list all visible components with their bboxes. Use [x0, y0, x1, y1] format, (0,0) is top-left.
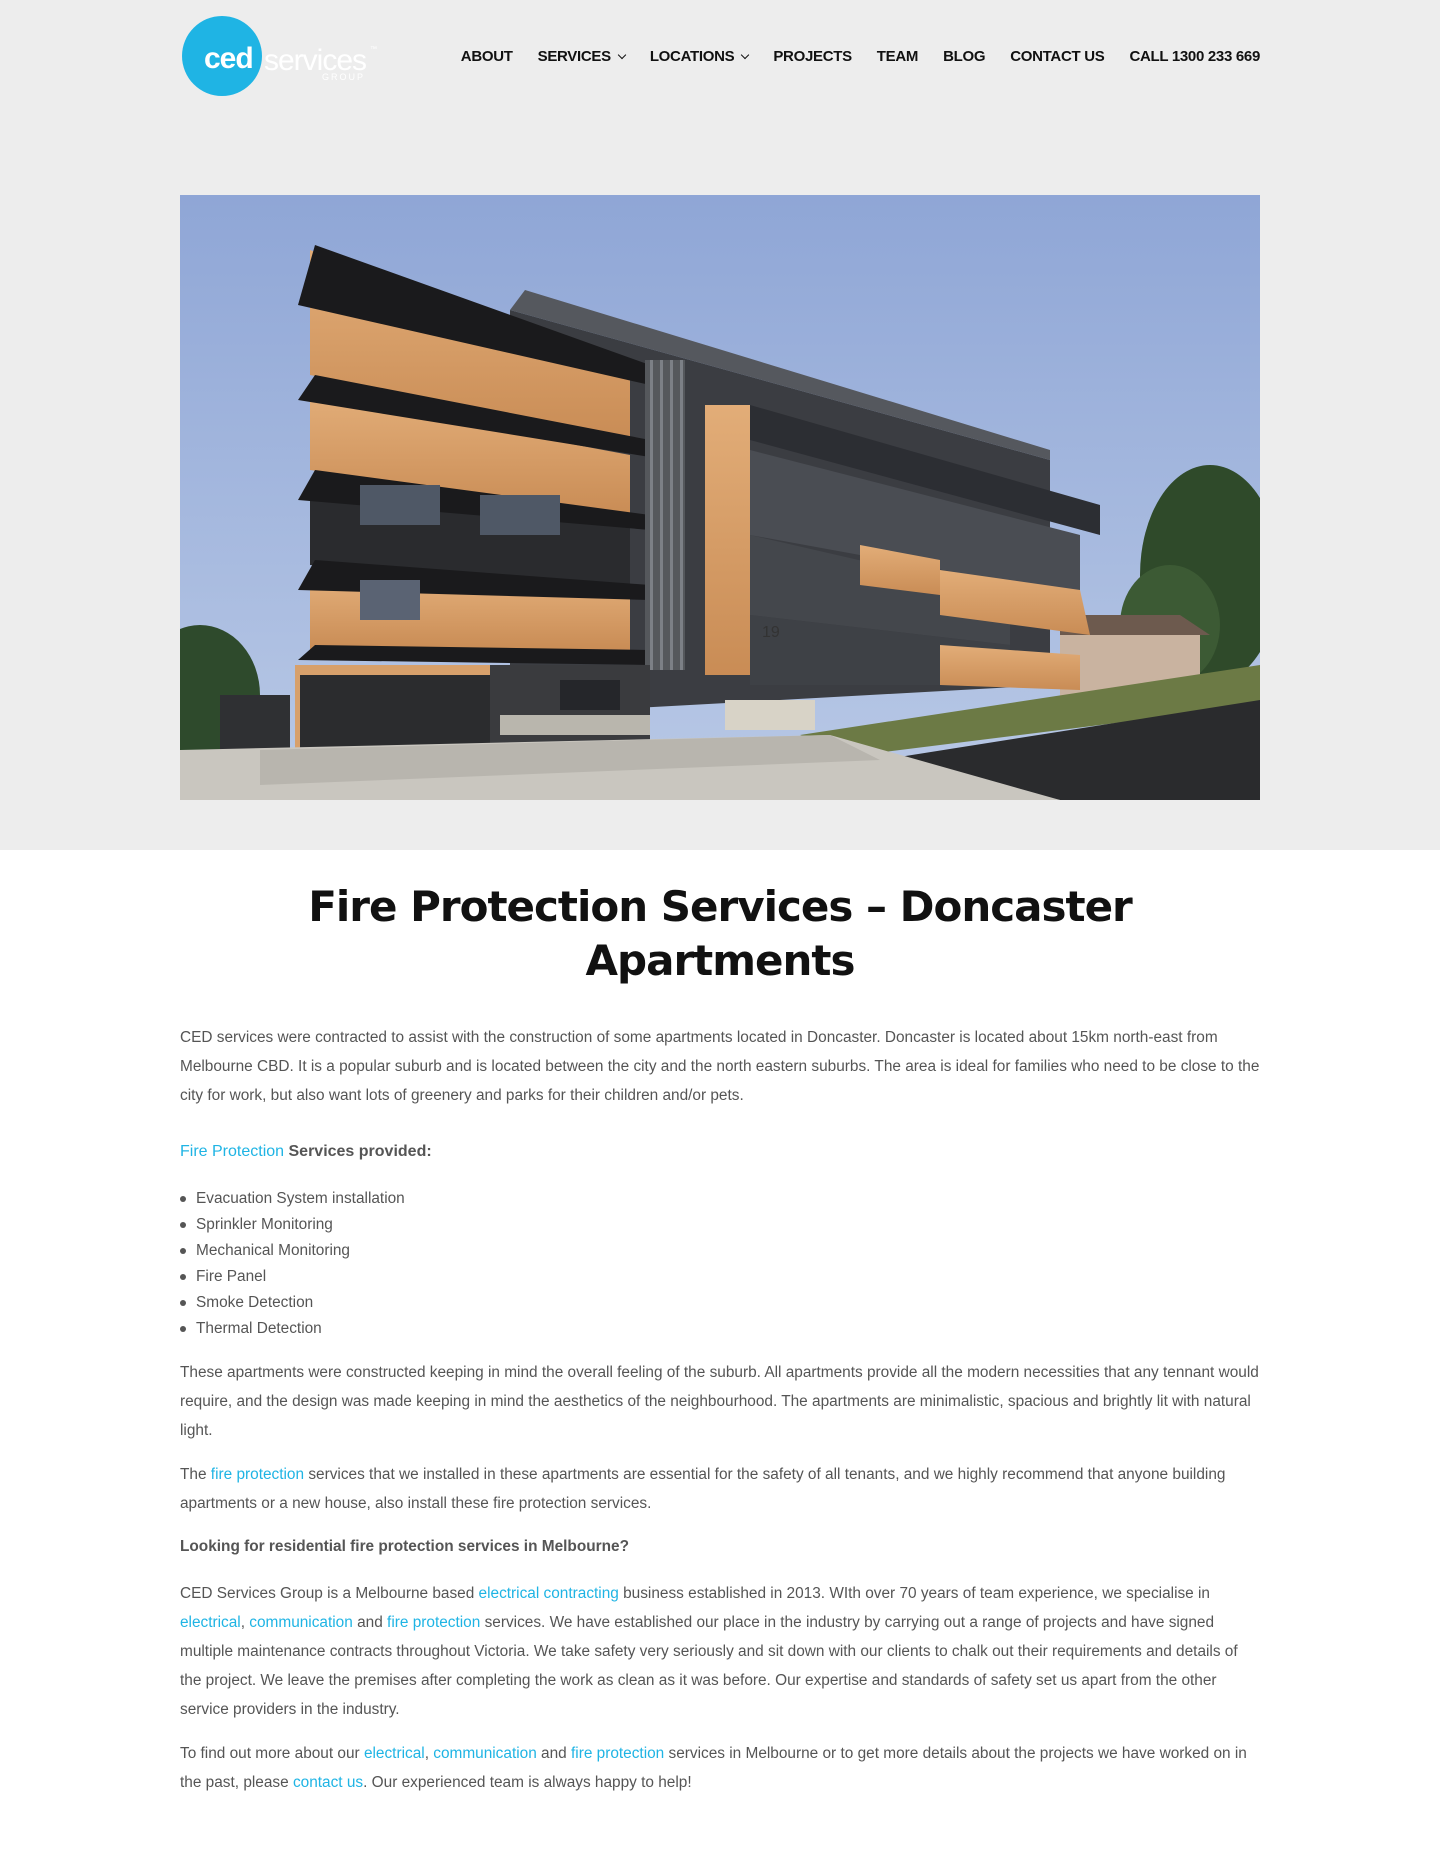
nav-services[interactable]: SERVICES	[537, 48, 627, 65]
services-list: Evacuation System installation Sprinkler…	[180, 1186, 405, 1342]
text-span: ,	[240, 1614, 250, 1631]
site-logo[interactable]: ced services ™ GROUP	[180, 14, 380, 100]
bullet-icon	[180, 1196, 186, 1202]
nav-contact-us[interactable]: CONTACT US	[1010, 48, 1105, 65]
intro-paragraph: CED services were contracted to assist w…	[180, 1029, 1260, 1104]
nav-contact-label: CONTACT US	[1010, 48, 1105, 65]
logo-trademark: ™	[370, 46, 377, 53]
nav-call-phone[interactable]: CALL 1300 233 669	[1129, 48, 1260, 65]
house-number-text: 19	[762, 624, 780, 641]
nav-locations[interactable]: LOCATIONS	[649, 48, 750, 65]
main-nav: ABOUT SERVICES LOCATIONS PROJECTS TEAM B…	[436, 48, 1261, 65]
text-span: and	[352, 1614, 388, 1631]
text-span: services that we installed in these apar…	[180, 1466, 1226, 1512]
bullet-icon	[180, 1222, 186, 1228]
fire-protection-link[interactable]: Fire Protection	[180, 1143, 284, 1160]
electrical-link[interactable]: electrical	[180, 1614, 241, 1631]
electrical-link[interactable]: electrical	[364, 1745, 425, 1762]
nav-blog[interactable]: BLOG	[943, 48, 985, 65]
nav-team[interactable]: TEAM	[876, 48, 919, 65]
bullet-icon	[180, 1248, 186, 1254]
services-heading: Fire Protection Services provided:	[180, 1143, 432, 1161]
design-paragraph: These apartments were constructed keepin…	[180, 1364, 1259, 1439]
list-item: Evacuation System installation	[180, 1186, 405, 1212]
text-span: The	[180, 1466, 211, 1483]
page-title: Fire Protection Services – Doncaster Apa…	[180, 880, 1260, 988]
list-item-label: Evacuation System installation	[196, 1190, 405, 1207]
title-line-1: Fire Protection Services – Doncaster	[308, 882, 1133, 931]
title-line-2: Apartments	[585, 936, 856, 985]
recommendation-paragraph: The fire protection services that we ins…	[180, 1460, 1260, 1518]
nav-projects[interactable]: PROJECTS	[773, 48, 852, 65]
nav-about[interactable]: ABOUT	[461, 48, 513, 65]
list-item: Smoke Detection	[180, 1290, 405, 1316]
communication-link[interactable]: communication	[249, 1614, 353, 1631]
bullet-icon	[180, 1274, 186, 1280]
logo-ced-text: ced	[204, 42, 254, 75]
residential-subheading: Looking for residential fire protection …	[180, 1538, 629, 1555]
fire-protection-link[interactable]: fire protection	[387, 1614, 480, 1631]
chevron-down-icon	[617, 50, 627, 59]
nav-services-label: SERVICES	[537, 48, 611, 65]
list-item: Thermal Detection	[180, 1316, 405, 1342]
nav-call-label: CALL 1300 233 669	[1129, 48, 1260, 65]
chevron-down-icon	[741, 50, 750, 59]
list-item: Fire Panel	[180, 1264, 405, 1290]
text-span: business established in 2013. WIth over …	[618, 1585, 1210, 1602]
communication-link[interactable]: communication	[433, 1745, 537, 1762]
nav-team-label: TEAM	[876, 48, 919, 65]
text-span: CED Services Group is a Melbourne based	[180, 1585, 479, 1602]
fire-protection-link[interactable]: fire protection	[211, 1466, 304, 1483]
services-heading-text: Services provided:	[284, 1143, 432, 1160]
list-item: Mechanical Monitoring	[180, 1238, 405, 1264]
contact-us-link[interactable]: contact us	[293, 1774, 363, 1791]
list-item-label: Mechanical Monitoring	[196, 1242, 350, 1259]
project-photo: 19	[180, 195, 1260, 800]
nav-projects-label: PROJECTS	[773, 48, 852, 65]
hero-section: ced services ™ GROUP ABOUT SERVICES LOCA…	[0, 0, 1440, 850]
text-span: ,	[424, 1745, 434, 1762]
list-item-label: Sprinkler Monitoring	[196, 1216, 333, 1233]
nav-blog-label: BLOG	[943, 48, 986, 65]
text-span: . Our experienced team is always happy t…	[363, 1774, 692, 1791]
text-span: and	[536, 1745, 571, 1762]
nav-about-label: ABOUT	[460, 48, 513, 65]
about-paragraph: CED Services Group is a Melbourne based …	[180, 1579, 1260, 1724]
electrical-contracting-link[interactable]: electrical contracting	[479, 1585, 619, 1602]
text-span: To find out more about our	[180, 1745, 364, 1762]
list-item: Sprinkler Monitoring	[180, 1212, 405, 1238]
fire-protection-link[interactable]: fire protection	[571, 1745, 664, 1762]
site-header: ced services ™ GROUP ABOUT SERVICES LOCA…	[180, 14, 1260, 100]
nav-locations-label: LOCATIONS	[649, 48, 735, 65]
logo-group-text: GROUP	[322, 72, 366, 82]
bullet-icon	[180, 1300, 186, 1306]
list-item-label: Smoke Detection	[196, 1294, 314, 1311]
bullet-icon	[180, 1326, 186, 1332]
contact-paragraph: To find out more about our electrical, c…	[180, 1739, 1260, 1797]
list-item-label: Fire Panel	[196, 1268, 267, 1285]
list-item-label: Thermal Detection	[196, 1320, 322, 1337]
